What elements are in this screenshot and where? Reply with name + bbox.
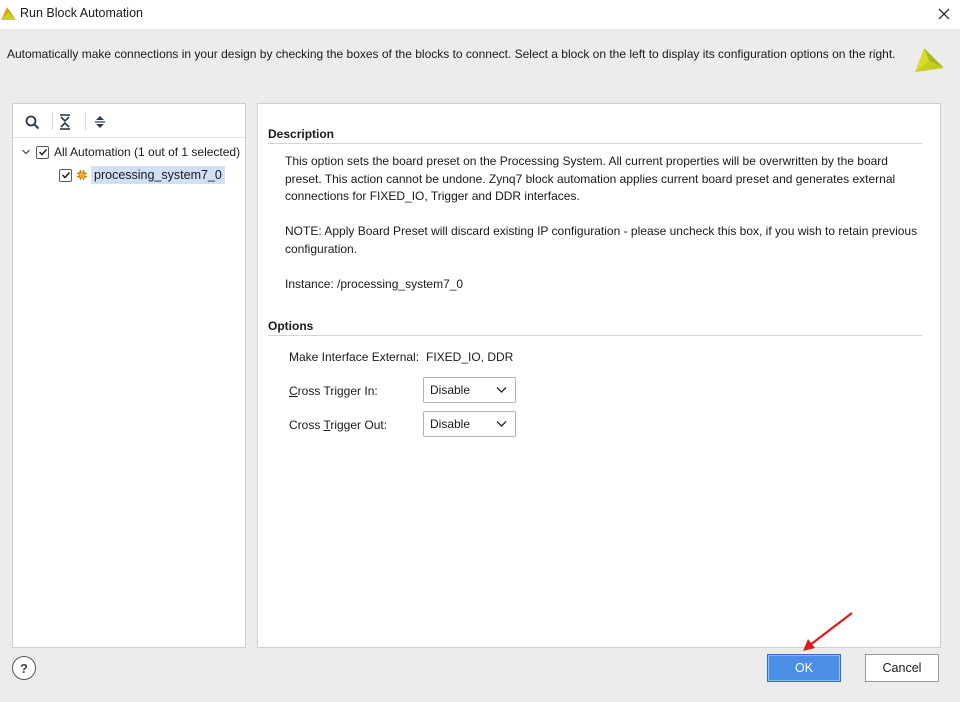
note-paragraph: NOTE: Apply Board Preset will discard ex… xyxy=(285,224,918,256)
help-button[interactable]: ? xyxy=(12,656,36,680)
description-section-title: Description xyxy=(268,127,335,141)
make-interface-external-value: FIXED_IO, DDR xyxy=(426,350,514,364)
automation-tree-panel: All Automation (1 out of 1 selected) pro… xyxy=(12,103,246,648)
tree-toolbar xyxy=(13,104,245,138)
collapse-all-icon xyxy=(60,114,70,130)
checkmark-icon xyxy=(38,148,47,156)
tree-item-processing-system[interactable]: processing_system7_0 xyxy=(59,165,225,185)
window-title: Run Block Automation xyxy=(20,6,143,20)
ok-button[interactable]: OK xyxy=(767,654,841,682)
label-text: ross Trigger In: xyxy=(297,384,378,398)
cross-trigger-in-label: Cross Trigger In: xyxy=(289,384,378,398)
dialog-description: Automatically make connections in your d… xyxy=(7,47,896,61)
run-block-automation-dialog: Run Block Automation Automatically make … xyxy=(0,0,960,702)
options-section-title: Options xyxy=(268,319,314,333)
dialog-content: Automatically make connections in your d… xyxy=(0,29,960,702)
expand-all-button[interactable] xyxy=(90,112,110,132)
toolbar-separator xyxy=(85,112,86,130)
close-button[interactable] xyxy=(932,2,956,26)
label-text: Cross xyxy=(289,418,324,432)
all-automation-label: All Automation (1 out of 1 selected) xyxy=(54,145,241,159)
toolbar-separator xyxy=(52,112,53,130)
processing-system-label[interactable]: processing_system7_0 xyxy=(91,166,225,184)
section-divider xyxy=(268,335,922,336)
collapse-all-button[interactable] xyxy=(55,112,75,132)
close-icon xyxy=(938,8,950,20)
chevron-down-icon xyxy=(496,386,507,394)
all-automation-checkbox[interactable] xyxy=(36,145,49,159)
title-bar: Run Block Automation xyxy=(0,0,960,28)
description-paragraph: This option sets the board preset on the… xyxy=(285,154,896,203)
mnemonic-letter: C xyxy=(289,384,298,398)
chevron-down-icon[interactable] xyxy=(21,147,31,157)
make-interface-external-label: Make Interface External: xyxy=(289,350,420,364)
cross-trigger-in-select[interactable]: Disable xyxy=(423,377,516,403)
chevron-down-icon xyxy=(496,420,507,428)
cross-trigger-in-value: Disable xyxy=(430,383,471,397)
cross-trigger-out-label: Cross Trigger Out: xyxy=(289,418,387,432)
instance-path: Instance: /processing_system7_0 xyxy=(285,277,464,291)
cross-trigger-out-select[interactable]: Disable xyxy=(423,411,516,437)
tree-item-all-automation[interactable]: All Automation (1 out of 1 selected) xyxy=(21,142,240,162)
xilinx-logo-icon xyxy=(915,48,944,72)
expand-all-icon xyxy=(95,116,105,128)
cross-trigger-out-value: Disable xyxy=(430,417,471,431)
processing-system-checkbox[interactable] xyxy=(59,168,72,182)
label-text: rigger Out: xyxy=(330,418,388,432)
search-icon xyxy=(25,115,39,129)
vivado-logo-icon xyxy=(1,7,16,20)
cancel-button[interactable]: Cancel xyxy=(865,654,939,682)
search-button[interactable] xyxy=(22,112,42,132)
checkmark-icon xyxy=(61,171,70,179)
section-divider xyxy=(268,143,922,144)
ip-block-icon xyxy=(77,170,87,180)
configuration-panel: Description This option sets the board p… xyxy=(257,103,941,648)
